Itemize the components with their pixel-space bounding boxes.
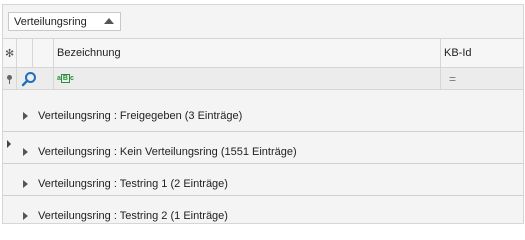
sort-ascending-icon[interactable] [104,18,114,24]
group-indent-header [17,39,33,67]
new-row-icon: ✻ [5,48,15,60]
equals-icon[interactable]: = [449,72,457,86]
filter-row-indicator [3,68,17,89]
group-row[interactable]: Verteilungsring : Freigegeben (3 Einträg… [3,100,523,132]
group-row-label: Verteilungsring : Testring 2 (1 Einträge… [38,210,228,222]
group-by-panel: Verteilungsring [3,5,523,38]
filter-search-cell[interactable] [17,68,54,89]
column-header-label: KB-Id [444,47,472,59]
column-header-bezeichnung[interactable]: Bezeichnung [54,39,441,67]
column-header-kb-id[interactable]: KB-Id [441,39,523,67]
text-filter-letter: B [60,74,70,83]
expand-arrow-icon[interactable] [23,148,28,156]
row-indicator-header: ✻ [3,39,17,67]
group-column-label: Verteilungsring [14,15,87,28]
auto-filter-row: aBc = [3,68,523,90]
expand-arrow-icon[interactable] [23,212,28,220]
group-row-label: Verteilungsring : Testring 1 (2 Einträge… [38,178,228,190]
grid-control: Verteilungsring ✻ Bezeichnung KB-Id a B … [2,4,524,224]
group-column-chip-verteilungsring[interactable]: Verteilungsring [8,12,121,31]
group-row[interactable]: Verteilungsring : Testring 2 (1 Einträge… [3,196,523,228]
filter-pin-icon [7,75,12,84]
group-indent-header-2 [33,39,54,67]
column-header-label: Bezeichnung [57,47,121,59]
group-row[interactable]: Verteilungsring : Kein Verteilungsring (… [3,132,523,164]
search-icon[interactable] [21,71,37,87]
column-header-row: ✻ Bezeichnung KB-Id [3,38,523,68]
expand-arrow-icon[interactable] [23,180,28,188]
focused-row-indicator-icon [7,140,11,148]
group-row-label: Verteilungsring : Kein Verteilungsring (… [38,146,297,158]
filter-cell-bezeichnung[interactable]: aBc [54,68,441,89]
text-filter-letter: c [69,75,74,82]
filter-cell-kb-id[interactable]: = [441,68,523,89]
group-row-label: Verteilungsring : Freigegeben (3 Einträg… [38,110,243,122]
expand-arrow-icon[interactable] [23,112,28,120]
group-row[interactable]: Verteilungsring : Testring 1 (2 Einträge… [3,164,523,196]
text-filter-icon[interactable]: aBc [57,74,74,83]
